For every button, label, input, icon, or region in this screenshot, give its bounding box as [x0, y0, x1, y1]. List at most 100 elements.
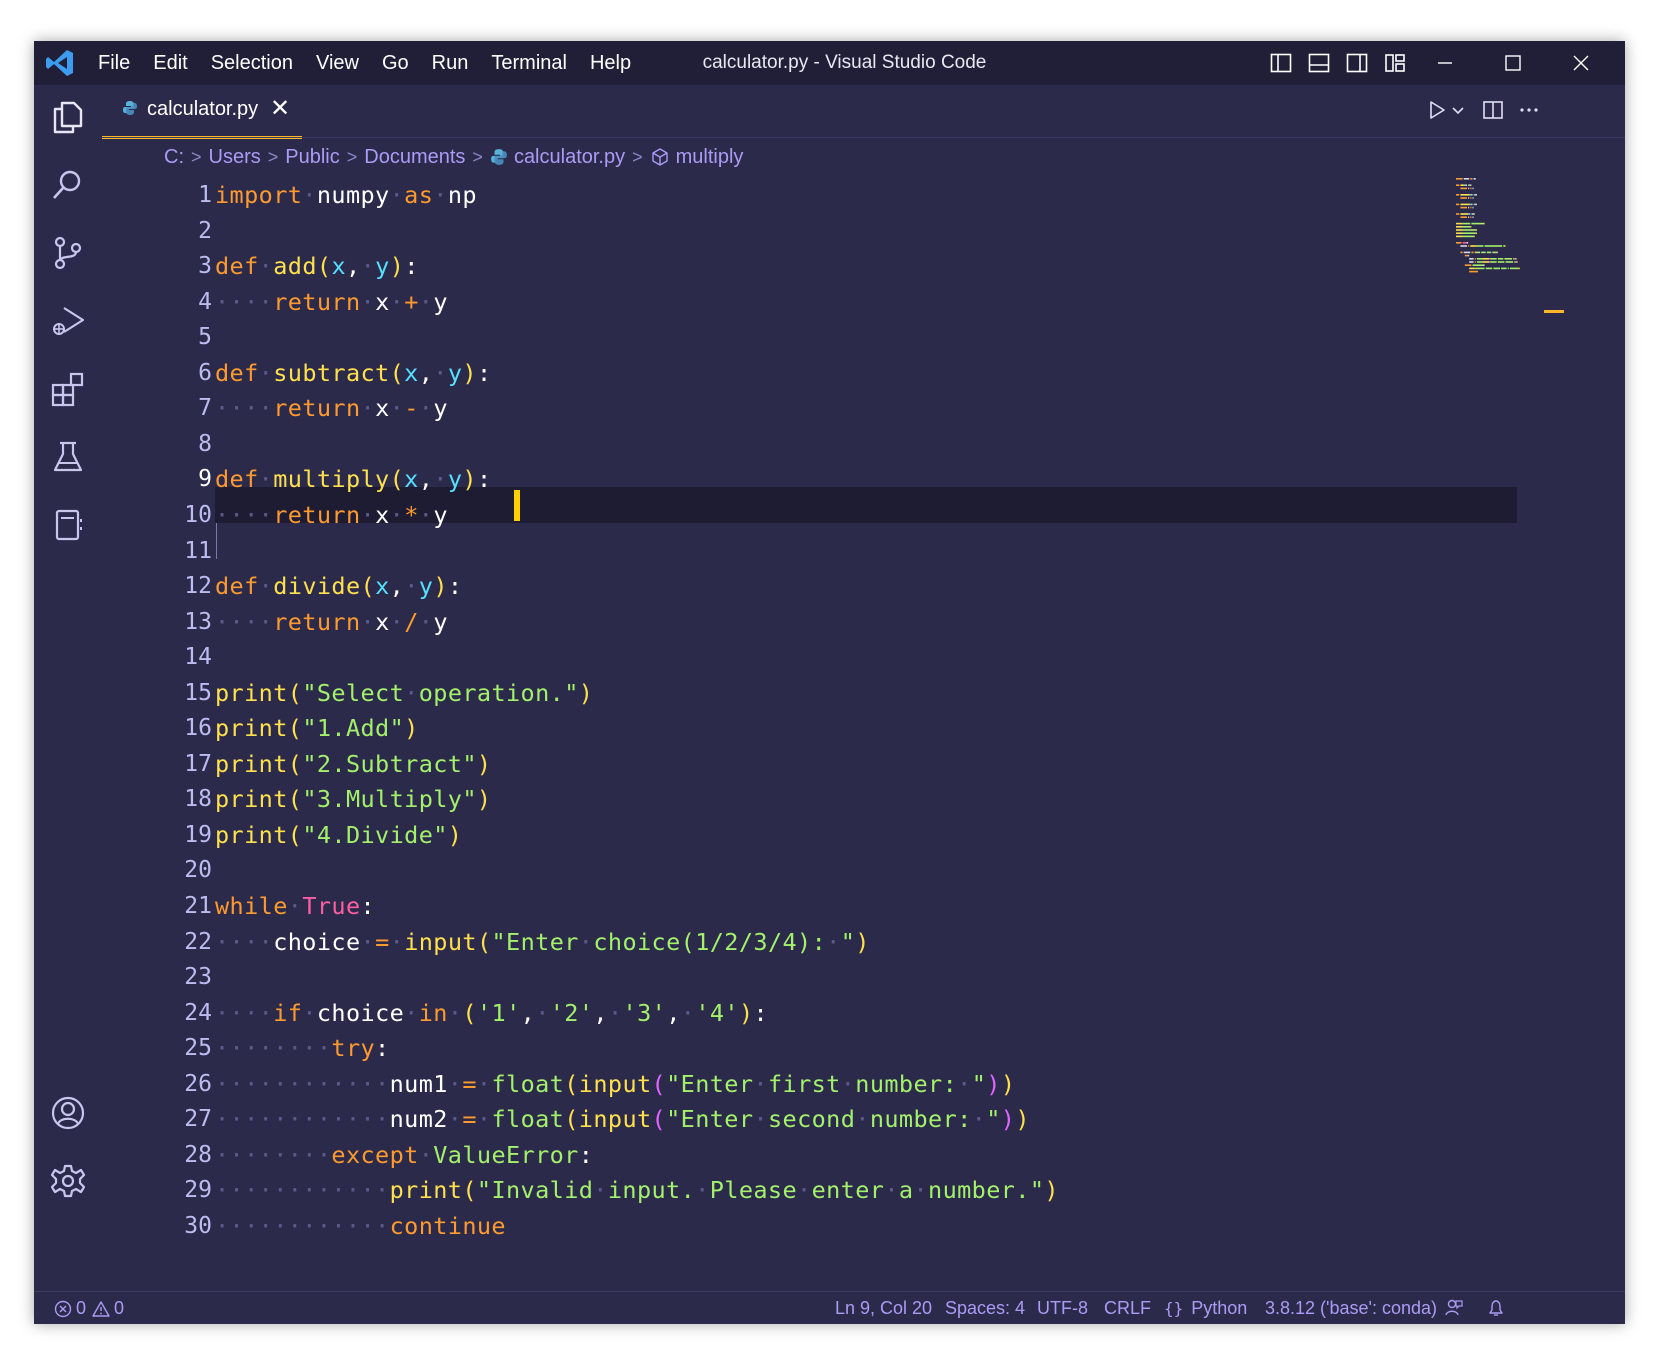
line-number[interactable]: 13: [102, 604, 212, 640]
run-python-file-icon[interactable]: [1426, 99, 1448, 121]
breadcrumb-file[interactable]: calculator.py: [514, 146, 625, 169]
code-line[interactable]: ····return·x·+·y: [215, 284, 448, 320]
end-of-line[interactable]: CRLF: [1104, 1298, 1151, 1319]
close-window-icon[interactable]: [1570, 52, 1592, 74]
code-line[interactable]: ········except·ValueError:: [215, 1137, 593, 1173]
minimize-icon[interactable]: [1434, 52, 1456, 74]
code-line[interactable]: ····return·x·*·y: [215, 497, 448, 533]
line-number[interactable]: 30: [102, 1208, 212, 1244]
menu-edit[interactable]: Edit: [153, 52, 187, 75]
line-number[interactable]: 5: [102, 319, 212, 355]
minimap[interactable]: [1454, 176, 1549, 376]
code-line[interactable]: def·divide(x,·y):: [215, 568, 462, 604]
menu-help[interactable]: Help: [590, 52, 631, 75]
menu-file[interactable]: File: [98, 52, 130, 75]
notifications-bell-icon[interactable]: [1486, 1298, 1506, 1318]
line-number[interactable]: 15: [102, 675, 212, 711]
code-editor[interactable]: 1 2 3 4 5 6 7 8 9 10 11 12 13 14 15 16 17 18 19 20 21 22 23 24 2…: [102, 176, 1625, 1291]
python-interpreter[interactable]: 3.8.12 ('base': conda): [1265, 1298, 1437, 1319]
toggle-secondary-sidebar-icon[interactable]: [1346, 52, 1368, 74]
code-line[interactable]: ····if·choice·in·('1',·'2',·'3',·'4'):: [215, 995, 768, 1031]
code-line[interactable]: print("Select·operation."): [215, 675, 593, 711]
menu-terminal[interactable]: Terminal: [491, 52, 567, 75]
line-number[interactable]: 7: [102, 390, 212, 426]
line-number[interactable]: 20: [102, 852, 212, 888]
split-editor-icon[interactable]: [1482, 99, 1504, 121]
run-options-chevron-down-icon[interactable]: [1450, 99, 1466, 121]
line-number[interactable]: 11: [102, 533, 212, 569]
line-number[interactable]: 26: [102, 1066, 212, 1102]
line-number[interactable]: 18: [102, 781, 212, 817]
line-number[interactable]: 1: [102, 177, 212, 213]
code-line[interactable]: print("4.Divide"): [215, 817, 462, 853]
customize-layout-icon[interactable]: [1384, 52, 1406, 74]
menu-selection[interactable]: Selection: [211, 52, 293, 75]
code-line[interactable]: def·multiply(x,·y):: [215, 461, 492, 497]
line-number[interactable]: 21: [102, 888, 212, 924]
breadcrumb-symbol[interactable]: multiply: [676, 146, 744, 169]
code-line[interactable]: ········try:: [215, 1030, 390, 1066]
tab-calculator-py[interactable]: calculator.py ✕: [102, 85, 302, 139]
breadcrumb-users[interactable]: Users: [209, 146, 261, 169]
maximize-icon[interactable]: [1502, 52, 1524, 74]
explorer-icon[interactable]: [50, 99, 86, 135]
menu-go[interactable]: Go: [382, 52, 409, 75]
code-line[interactable]: ············num2·=·float(input("Enter·se…: [215, 1101, 1030, 1137]
breadcrumb-public[interactable]: Public: [285, 146, 339, 169]
code-line[interactable]: def·add(x,·y):: [215, 248, 419, 284]
extensions-icon[interactable]: [50, 371, 86, 407]
line-number[interactable]: 2: [102, 213, 212, 249]
notebook-icon[interactable]: [50, 507, 86, 543]
code-line[interactable]: ············num1·=·float(input("Enter·fi…: [215, 1066, 1015, 1102]
cursor-position[interactable]: Ln 9, Col 20: [835, 1298, 932, 1319]
line-number[interactable]: 17: [102, 746, 212, 782]
code-line[interactable]: print("3.Multiply"): [215, 781, 491, 817]
code-line[interactable]: import·numpy·as·np: [215, 177, 477, 213]
code-line[interactable]: ············continue: [215, 1208, 506, 1244]
code-line[interactable]: ····return·x·-·y: [215, 390, 448, 426]
accounts-icon[interactable]: [50, 1095, 86, 1131]
code-line[interactable]: def·subtract(x,·y):: [215, 355, 492, 391]
code-line[interactable]: ····return·x·/·y: [215, 604, 448, 640]
encoding[interactable]: UTF-8: [1037, 1298, 1088, 1319]
line-number[interactable]: 10: [102, 497, 212, 533]
line-number[interactable]: 16: [102, 710, 212, 746]
menu-view[interactable]: View: [316, 52, 359, 75]
line-number[interactable]: 29: [102, 1172, 212, 1208]
breadcrumb-drive[interactable]: C:: [164, 146, 184, 169]
line-number[interactable]: 22: [102, 924, 212, 960]
line-number[interactable]: 19: [102, 817, 212, 853]
breadcrumb-documents[interactable]: Documents: [364, 146, 465, 169]
tab-close-icon[interactable]: ✕: [270, 94, 290, 123]
problems-indicator[interactable]: 0 0: [54, 1298, 124, 1319]
code-line[interactable]: while·True:: [215, 888, 375, 924]
line-number[interactable]: 23: [102, 959, 212, 995]
line-number[interactable]: 8: [102, 426, 212, 462]
code-line[interactable]: ············print("Invalid·input.·Please…: [215, 1172, 1059, 1208]
source-control-icon[interactable]: [50, 235, 86, 271]
toggle-primary-sidebar-icon[interactable]: [1270, 52, 1292, 74]
code-line[interactable]: print("2.Subtract"): [215, 746, 491, 782]
search-icon[interactable]: [50, 167, 86, 203]
indentation[interactable]: Spaces: 4: [945, 1298, 1025, 1319]
toggle-panel-icon[interactable]: [1308, 52, 1330, 74]
run-and-debug-icon[interactable]: [50, 303, 86, 339]
code-line[interactable]: ····choice·=·input("Enter·choice(1/2/3/4…: [215, 924, 870, 960]
line-number[interactable]: 3: [102, 248, 212, 284]
feedback-icon[interactable]: [1444, 1298, 1464, 1318]
more-actions-icon[interactable]: [1518, 99, 1540, 121]
language-mode[interactable]: {} Python: [1164, 1298, 1247, 1319]
settings-gear-icon[interactable]: [50, 1163, 86, 1199]
line-number[interactable]: 14: [102, 639, 212, 675]
line-number[interactable]: 4: [102, 284, 212, 320]
line-number[interactable]: 6: [102, 355, 212, 391]
line-number[interactable]: 28: [102, 1137, 212, 1173]
line-number[interactable]: 9: [102, 461, 212, 497]
line-number[interactable]: 12: [102, 568, 212, 604]
line-number[interactable]: 25: [102, 1030, 212, 1066]
testing-icon[interactable]: [50, 439, 86, 475]
code-line[interactable]: print("1.Add"): [215, 710, 419, 746]
line-number[interactable]: 27: [102, 1101, 212, 1137]
menu-run[interactable]: Run: [432, 52, 469, 75]
vscode-logo-icon[interactable]: [44, 47, 76, 79]
